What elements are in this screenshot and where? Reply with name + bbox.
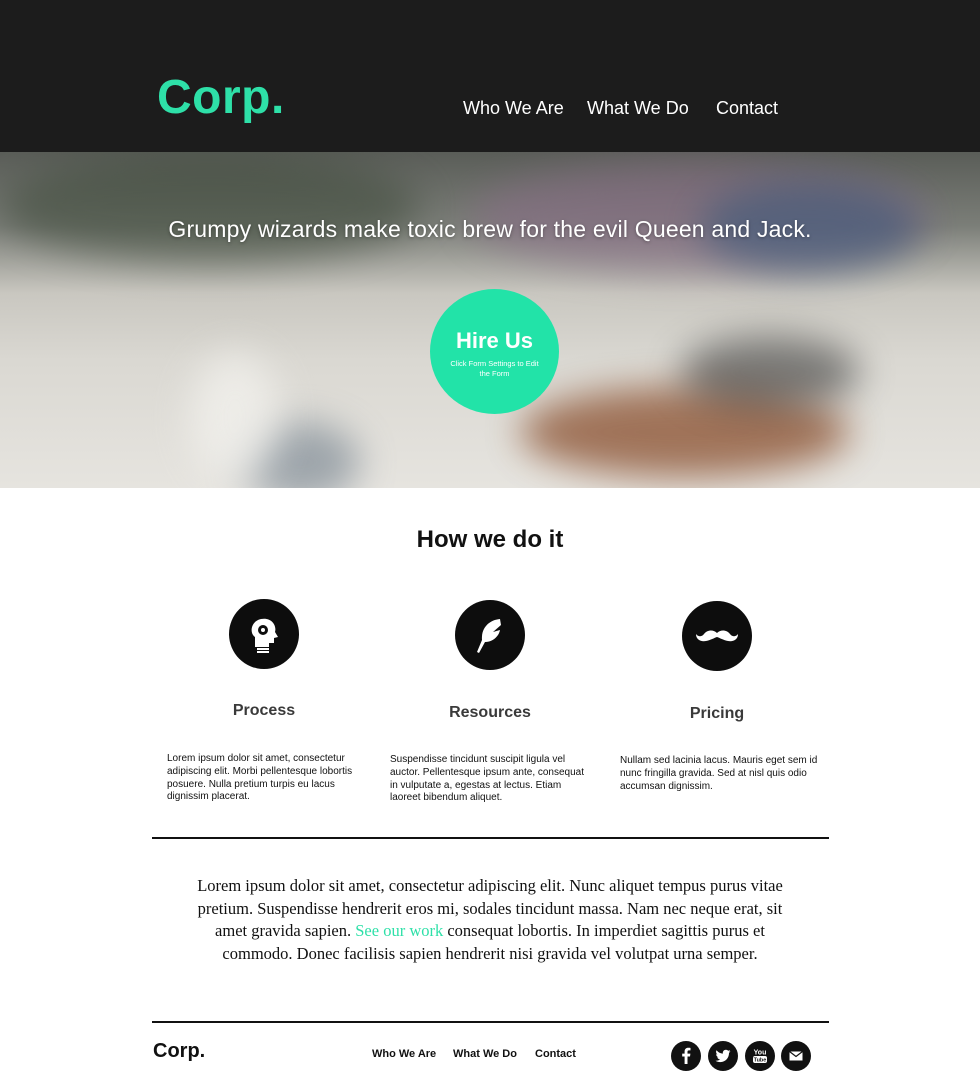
- hero-bg-shape: [190, 352, 280, 482]
- hire-us-sublabel: Click Form Settings to Edit the Form: [450, 359, 539, 378]
- hire-us-button[interactable]: Hire Us Click Form Settings to Edit the …: [430, 289, 559, 414]
- email-icon[interactable]: [781, 1041, 811, 1071]
- footer-nav-contact[interactable]: Contact: [535, 1048, 576, 1060]
- feature-text-pricing: Nullam sed lacinia lacus. Mauris eget se…: [620, 755, 818, 792]
- site-header: Corp. Who We Are What We Do Contact: [0, 0, 980, 152]
- footer-logo[interactable]: Corp.: [153, 1040, 205, 1063]
- facebook-icon[interactable]: [671, 1041, 701, 1071]
- feather-icon: [455, 600, 525, 670]
- section-title: How we do it: [416, 526, 564, 553]
- nav-contact[interactable]: Contact: [716, 98, 778, 119]
- hire-us-label: Hire Us: [455, 328, 534, 353]
- see-our-work-link[interactable]: See our work: [355, 921, 443, 940]
- feature-text-resources: Suspendisse tincidunt suscipit ligula ve…: [390, 754, 585, 804]
- nav-who-we-are[interactable]: Who We Are: [463, 98, 564, 119]
- footer-nav-who-we-are[interactable]: Who We Are: [372, 1048, 436, 1060]
- svg-text:Tube: Tube: [754, 1058, 767, 1064]
- svg-text:You: You: [754, 1050, 767, 1057]
- divider: [152, 837, 829, 839]
- hero-bg-shape: [0, 152, 420, 262]
- hero-headline: Grumpy wizards make toxic brew for the e…: [168, 216, 812, 242]
- twitter-icon[interactable]: [708, 1041, 738, 1071]
- hero-bg-shape: [680, 337, 860, 407]
- feature-text-process: Lorem ipsum dolor sit amet, consectetur …: [167, 753, 353, 803]
- main-nav: Who We Are What We Do Contact: [0, 98, 980, 122]
- hero-banner: Grumpy wizards make toxic brew for the e…: [0, 152, 980, 488]
- nav-what-we-do[interactable]: What We Do: [587, 98, 689, 119]
- mustache-icon: [682, 601, 752, 671]
- feature-title-resources: Resources: [449, 704, 531, 721]
- divider: [152, 1021, 829, 1023]
- head-gear-icon: [229, 599, 299, 669]
- footer-nav-what-we-do[interactable]: What We Do: [453, 1048, 517, 1060]
- feature-title-process: Process: [232, 702, 296, 719]
- youtube-icon[interactable]: You Tube: [745, 1041, 775, 1071]
- intro-paragraph: Lorem ipsum dolor sit amet, consectetur …: [183, 875, 797, 965]
- feature-title-pricing: Pricing: [689, 705, 745, 722]
